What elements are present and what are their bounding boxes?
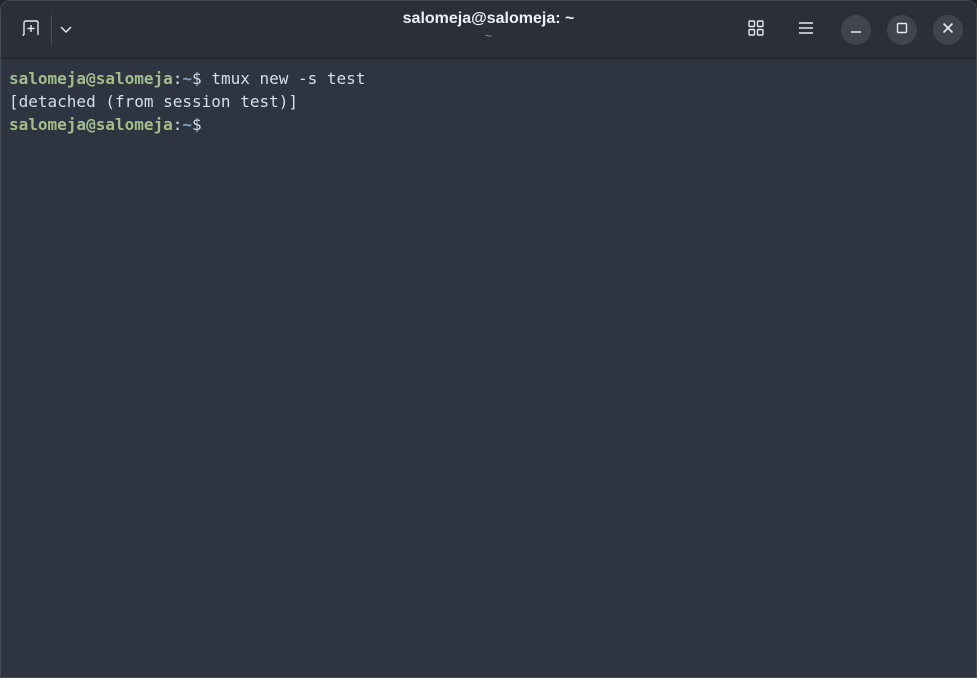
title-block: salomeja@salomeja: ~ ~ <box>1 9 976 43</box>
prompt-path: ~ <box>182 115 193 134</box>
close-button[interactable] <box>933 15 963 45</box>
maximize-button[interactable] <box>887 15 917 45</box>
prompt-dollar: $ <box>192 115 202 134</box>
terminal-line-output: [detached (from session test)] <box>9 92 298 111</box>
prompt-colon: : <box>172 69 183 88</box>
title-bar[interactable]: salomeja@salomeja: ~ ~ <box>1 1 976 59</box>
terminal-line-prompt: salomeja@salomeja:~$ tmux new -s test <box>9 67 976 90</box>
minimize-icon <box>850 21 862 39</box>
grid-view-icon <box>748 19 764 41</box>
terminal-window: salomeja@salomeja: ~ ~ salomeja@salomeja… <box>0 0 977 678</box>
window-subtitle: ~ <box>484 29 492 43</box>
window-title: salomeja@salomeja: ~ <box>402 10 575 27</box>
prompt-dollar: $ <box>192 69 202 88</box>
overview-button[interactable] <box>740 15 772 45</box>
main-menu-button[interactable] <box>790 15 822 45</box>
terminal-line-prompt: salomeja@salomeja:~$ <box>9 113 976 136</box>
minimize-button[interactable] <box>841 15 871 45</box>
prompt-user-host: salomeja@salomeja <box>9 115 173 134</box>
prompt-colon: : <box>172 115 183 134</box>
prompt-user-host: salomeja@salomeja <box>9 69 173 88</box>
close-icon <box>942 21 954 39</box>
prompt-path: ~ <box>182 69 193 88</box>
maximize-icon <box>896 21 908 39</box>
command-text: tmux new -s test <box>201 69 366 88</box>
terminal-area[interactable]: salomeja@salomeja:~$ tmux new -s test [d… <box>1 59 976 677</box>
terminal-scrollbar[interactable] <box>972 59 976 677</box>
hamburger-menu-icon <box>798 21 814 40</box>
